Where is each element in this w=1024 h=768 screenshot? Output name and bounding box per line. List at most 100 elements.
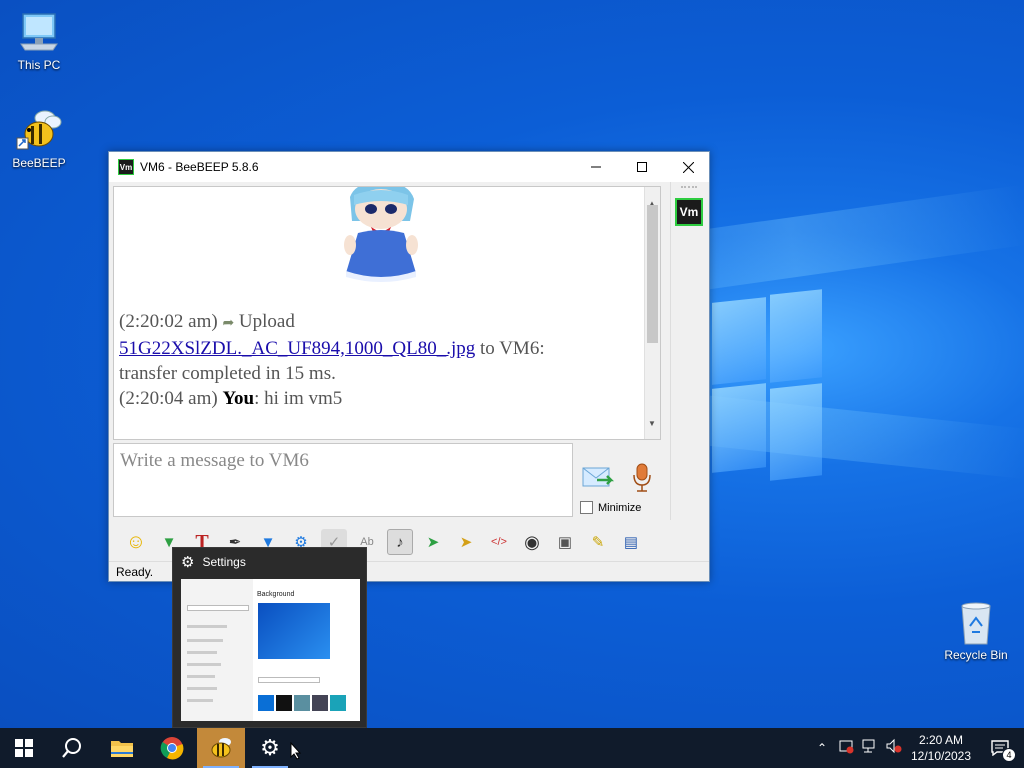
voice-message-button[interactable]: [631, 462, 653, 494]
save-chat-button[interactable]: ▤: [618, 529, 644, 555]
scroll-down-icon[interactable]: ▼: [648, 411, 656, 436]
thumbnail-nav-line: [187, 699, 213, 702]
chat-line-upload: (2:20:02 am) ➦ Upload: [119, 309, 639, 336]
screenshot-button[interactable]: ◉: [519, 529, 545, 555]
box-icon: ▣: [557, 534, 573, 551]
clock-time: 2:20 AM: [918, 733, 964, 747]
gear-icon: ⚙: [181, 554, 195, 571]
gear-icon: ⚙: [260, 735, 280, 760]
upload-target: to VM6:: [480, 338, 545, 359]
folder-icon: [111, 741, 133, 757]
music-note-icon: ♪: [396, 533, 404, 551]
file-explorer-taskbar-button[interactable]: [98, 728, 146, 768]
wallpaper-logo-pane: [712, 383, 766, 473]
windows-logo-icon: [15, 739, 33, 757]
user-vm6-avatar[interactable]: Vm: [675, 198, 703, 226]
notes-button[interactable]: ✎: [585, 529, 611, 555]
message-sender: You: [222, 388, 255, 409]
taskbar: ⚙ ⌃ 2:20 AM 12/10/2023 4: [0, 728, 1024, 768]
chat-scrollbar[interactable]: ▲ ▼: [644, 187, 660, 439]
network-icon: [862, 739, 875, 752]
clock[interactable]: 2:20 AM 12/10/2023: [906, 732, 976, 764]
thumbnail-dropdown: [258, 677, 320, 683]
minimize-checkbox-label: Minimize: [598, 501, 642, 514]
camera-icon: ◉: [524, 531, 540, 552]
upload-text: Upload: [238, 311, 295, 332]
scrollbar-thumb[interactable]: [647, 205, 658, 343]
file-arrow-icon: ➤: [426, 534, 440, 551]
show-hidden-icons-button[interactable]: ⌃: [810, 741, 834, 755]
thumbnail-nav-line: [187, 651, 217, 654]
chat-line-message: (2:20:04 am) You: hi im vm5: [119, 386, 639, 411]
shared-image[interactable]: [336, 187, 426, 283]
thumbnail-nav-line: [187, 663, 221, 666]
send-file-button[interactable]: ➤: [420, 529, 446, 555]
start-button[interactable]: [0, 728, 48, 768]
thumbnail-picture-row: [258, 695, 346, 711]
wallpaper-logo-pane: [712, 297, 766, 385]
beebeep-taskbar-button[interactable]: [197, 728, 245, 768]
close-button[interactable]: [665, 152, 711, 182]
search-button[interactable]: [48, 728, 96, 768]
minimize-option[interactable]: Minimize: [580, 501, 641, 514]
minimize-button[interactable]: [573, 152, 619, 182]
uploaded-file-link[interactable]: 51G22XSlZDL._AC_UF894,1000_QL80_.jpg: [119, 338, 475, 359]
send-icon: [582, 467, 615, 487]
mouse-cursor-icon: [290, 741, 302, 765]
send-message-button[interactable]: [581, 464, 615, 492]
floppy-disk-icon: ▤: [623, 534, 639, 551]
close-icon: [682, 161, 694, 173]
security-tray-button[interactable]: [834, 738, 858, 759]
preview-thumbnail[interactable]: Background: [181, 579, 360, 721]
chrome-taskbar-button[interactable]: [148, 728, 196, 768]
clock-date: 12/10/2023: [910, 749, 972, 763]
history-button[interactable]: ▣: [552, 529, 578, 555]
emoticons-button[interactable]: ☺: [123, 529, 149, 555]
wallpaper-logo-pane: [770, 289, 822, 383]
bee-icon: [211, 738, 231, 758]
recycle-bin-desktop-icon[interactable]: Recycle Bin: [940, 600, 1012, 662]
recycle-bin-icon: [952, 600, 1000, 646]
system-tray: ⌃ 2:20 AM 12/10/2023 4: [810, 728, 1024, 768]
message-timestamp: (2:20:02 am): [119, 311, 218, 332]
wallpaper-logo-pane: [770, 383, 822, 481]
maximize-icon: [637, 162, 647, 172]
users-panel: Vm: [670, 182, 710, 520]
thumbnail-wallpaper-preview: [258, 603, 330, 659]
app-icon: Vm: [118, 159, 134, 175]
chrome-icon: [160, 737, 184, 760]
shield-icon: [839, 740, 854, 753]
maximize-button[interactable]: [619, 152, 665, 182]
network-tray-button[interactable]: [858, 738, 882, 759]
beebeep-desktop-icon[interactable]: BeeBEEP: [7, 108, 71, 170]
beebeep-chat-window: Vm VM6 - BeeBEEP 5.8.6 (2:20:02 am) ➦ Up…: [108, 151, 710, 582]
folder-arrow-icon: ➤: [459, 534, 473, 551]
message-timestamp: (2:20:04 am): [119, 388, 218, 409]
thumbnail-nav-line: [187, 625, 227, 628]
volume-tray-button[interactable]: [882, 738, 906, 759]
send-folder-button[interactable]: ➤: [453, 529, 479, 555]
html-button[interactable]: </>: [486, 529, 512, 555]
chevron-up-icon: ⌃: [816, 741, 828, 755]
thumbnail-search: [187, 605, 249, 611]
action-center-button[interactable]: 4: [976, 728, 1024, 768]
window-titlebar[interactable]: Vm VM6 - BeeBEEP 5.8.6: [109, 152, 709, 182]
thumbnail-nav-line: [187, 675, 215, 678]
this-pc-label: This PC: [17, 58, 61, 72]
sound-button[interactable]: ♪: [387, 529, 413, 555]
minimize-checkbox[interactable]: [580, 501, 593, 514]
computer-icon: [15, 10, 63, 56]
message-text: : hi im vm5: [254, 388, 343, 409]
message-input[interactable]: Write a message to VM6: [113, 443, 573, 517]
notification-count-badge: 4: [1002, 748, 1016, 762]
this-pc-desktop-icon[interactable]: This PC: [7, 10, 71, 72]
smiley-icon: ☺: [125, 530, 147, 553]
microphone-icon: [633, 463, 651, 492]
panel-grip[interactable]: [681, 186, 697, 190]
settings-taskbar-button[interactable]: ⚙: [246, 728, 294, 768]
upload-icon: ➦: [222, 316, 235, 331]
window-title: VM6 - BeeBEEP 5.8.6: [140, 160, 259, 174]
chat-history[interactable]: (2:20:02 am) ➦ Upload 51G22XSlZDL._AC_UF…: [113, 186, 661, 440]
thumbnail-heading: Background: [257, 591, 295, 598]
settings-taskbar-preview[interactable]: ⚙ Settings Background: [172, 547, 367, 728]
